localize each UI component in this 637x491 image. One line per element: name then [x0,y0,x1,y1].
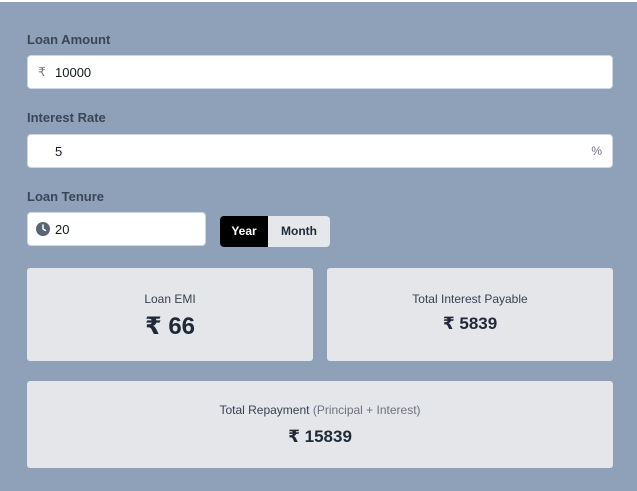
tenure-unit-toggle: Year Month [220,216,330,247]
loan-tenure-field[interactable] [27,212,206,246]
total-repayment-note: (Principal + Interest) [312,403,421,417]
total-interest-title: Total Interest Payable [412,292,528,306]
tenure-month-button[interactable]: Month [268,216,330,247]
rupee-icon: ₹ [38,65,46,79]
total-repayment-value: ₹ 15839 [288,427,352,446]
total-interest-card: Total Interest Payable ₹ 5839 [327,268,613,361]
interest-rate-label: Interest Rate [27,110,106,125]
interest-rate-input[interactable] [55,135,575,167]
total-interest-value: ₹ 5839 [442,314,498,333]
loan-amount-label: Loan Amount [27,32,111,47]
loan-amount-input[interactable] [55,56,595,88]
interest-rate-field[interactable]: % [27,134,613,168]
loan-amount-field[interactable]: ₹ [27,55,613,89]
loan-tenure-label: Loan Tenure [27,189,105,204]
percent-icon: % [591,144,602,158]
total-repayment-title: Total Repayment (Principal + Interest) [27,403,613,417]
emi-calculator-panel: Loan Amount ₹ Interest Rate % Loan Tenur… [0,2,637,491]
loan-tenure-input[interactable] [55,213,195,245]
tenure-year-button[interactable]: Year [220,216,268,247]
loan-emi-card: Loan EMI ₹ 66 [27,268,313,361]
loan-emi-title: Loan EMI [144,292,196,306]
loan-emi-value: ₹ 66 [144,313,196,340]
total-repayment-card: Total Repayment (Principal + Interest) ₹… [27,381,613,468]
total-repayment-label: Total Repayment [219,403,310,417]
clock-icon [36,222,50,236]
